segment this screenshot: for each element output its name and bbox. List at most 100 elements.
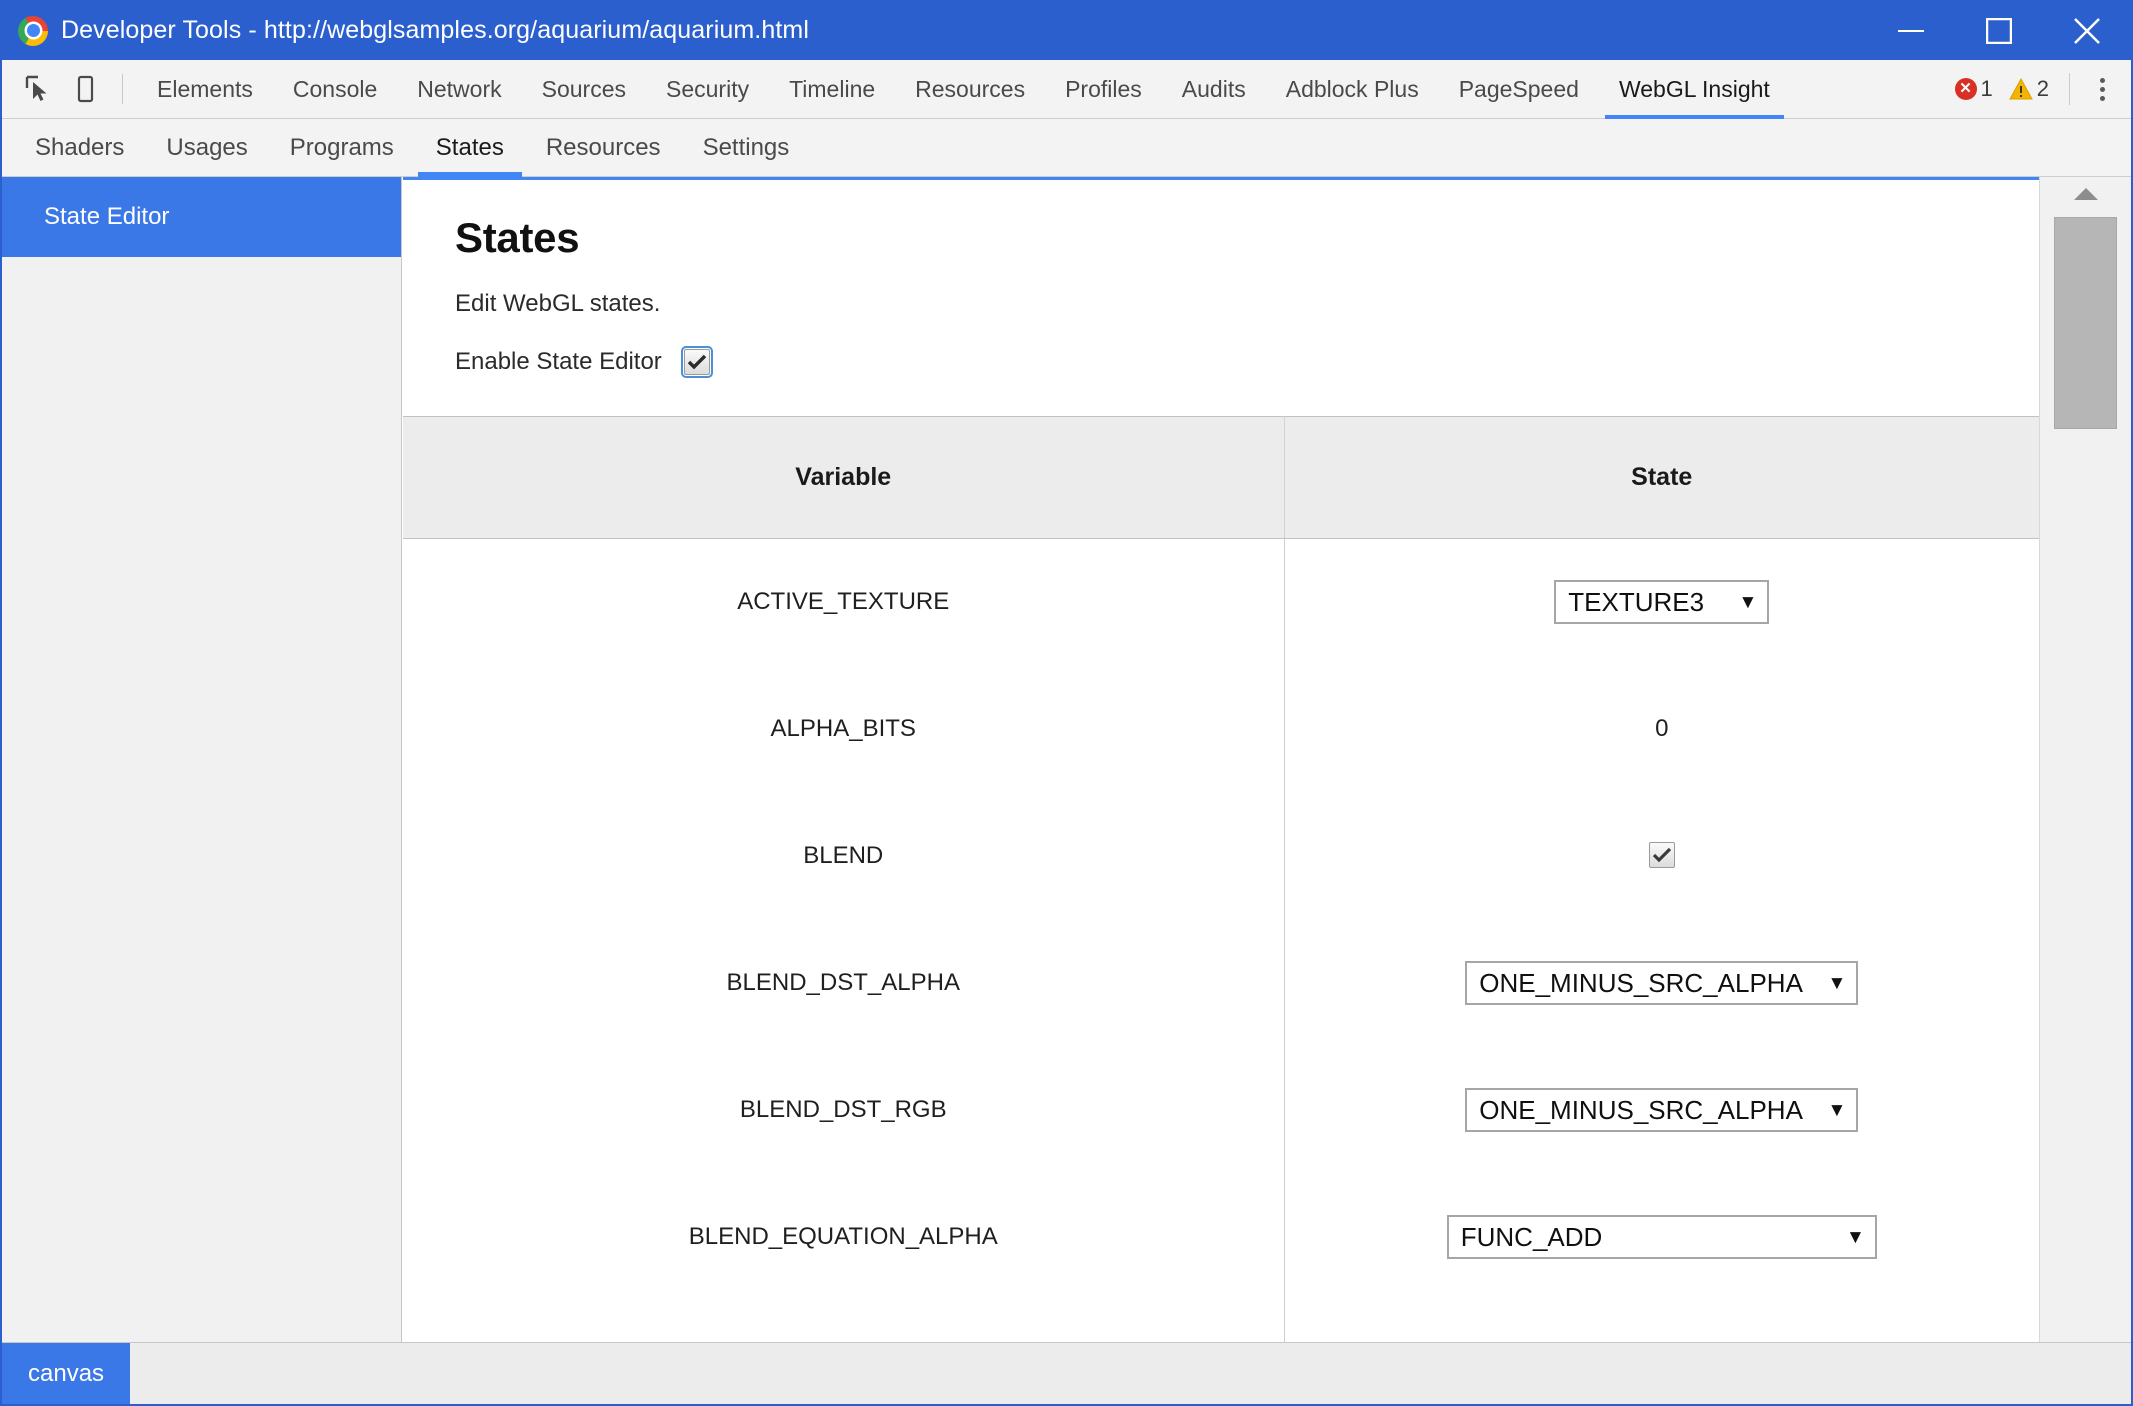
device-toolbar-icon[interactable] (62, 66, 108, 112)
warning-count: 2 (2036, 76, 2049, 101)
title-bar: Developer Tools - http://webglsamples.or… (2, 2, 2131, 60)
bottom-tab-canvas[interactable]: canvas (2, 1343, 131, 1404)
column-header-state[interactable]: State (1284, 416, 2039, 539)
inspect-element-icon[interactable] (16, 66, 62, 112)
toolbar-divider (122, 74, 123, 104)
warning-badge[interactable]: 2 (2008, 76, 2049, 102)
subtab-label: Resources (545, 133, 661, 161)
subtab-label: Programs (289, 133, 394, 161)
scroll-up-arrow-icon[interactable] (2040, 177, 2131, 211)
blend-dst-alpha-select[interactable]: ONE_MINUS_SRC_ALPHA ▼ (1465, 961, 1859, 1005)
tab-label: Sources (541, 75, 626, 102)
warning-icon (2008, 78, 2033, 100)
error-icon: ✕ (1954, 78, 1977, 100)
sidebar: State Editor (2, 177, 402, 1342)
cell-state (1284, 792, 2039, 920)
column-header-variable[interactable]: Variable (403, 416, 1285, 539)
tab-label: Network (417, 75, 502, 102)
subtab-label: Shaders (35, 133, 125, 161)
vertical-scrollbar[interactable] (2039, 177, 2131, 1342)
page-title: States (455, 214, 580, 261)
cell-variable: BLEND (403, 792, 1285, 920)
scrollbar-track[interactable] (2040, 211, 2131, 1342)
webgl-insight-subtabs: Shaders Usages Programs States Resources… (2, 119, 2131, 177)
tab-resources[interactable]: Resources (895, 60, 1045, 119)
cell-state: TEXTURE3 ▼ (1284, 538, 2039, 666)
subtab-usages[interactable]: Usages (145, 119, 268, 177)
devtools-tab-list: Elements Console Network Sources Securit… (137, 60, 1790, 119)
devtools-window: Developer Tools - http://webglsamples.or… (0, 0, 2133, 1406)
table-row: BLEND (403, 792, 2039, 920)
cell-state: ONE_MINUS_SRC_ALPHA ▼ (1284, 919, 2039, 1047)
tab-network[interactable]: Network (397, 60, 521, 119)
states-panel: States Edit WebGL states. Enable State E… (403, 177, 2039, 1342)
table-row: BLEND_EQUATION_RGB FUNC_ADD ▼ (403, 1300, 2039, 1342)
tab-label: WebGL Insight (1618, 75, 1770, 102)
subtab-resources[interactable]: Resources (525, 119, 682, 177)
states-table-body: ACTIVE_TEXTURE TEXTURE3 ▼ ALPHA_BITS 0 B… (403, 538, 2039, 1342)
subtab-label: States (435, 133, 504, 161)
active-texture-select[interactable]: TEXTURE3 ▼ (1554, 580, 1770, 625)
blend-equation-alpha-select[interactable]: FUNC_ADD ▼ (1446, 1215, 1877, 1259)
close-button[interactable] (2043, 2, 2131, 60)
cell-variable: BLEND_DST_RGB (403, 1046, 1285, 1174)
enable-state-editor-checkbox[interactable] (680, 346, 713, 378)
minimize-button[interactable] (1867, 2, 1955, 60)
error-count: 1 (1980, 76, 1993, 101)
kebab-menu-icon[interactable] (2086, 77, 2119, 101)
sidebar-item-label: State Editor (44, 202, 170, 230)
tab-adblock-plus[interactable]: Adblock Plus (1266, 60, 1439, 119)
tab-webgl-insight[interactable]: WebGL Insight (1599, 60, 1790, 119)
tab-label: Elements (157, 75, 253, 102)
chevron-down-icon: ▼ (1845, 1226, 1865, 1248)
enable-state-editor-row: Enable State Editor (455, 346, 2039, 378)
tab-pagespeed[interactable]: PageSpeed (1439, 60, 1599, 119)
window-title: Developer Tools - http://webglsamples.or… (61, 16, 809, 45)
table-row: ACTIVE_TEXTURE TEXTURE3 ▼ (403, 538, 2039, 666)
tab-elements[interactable]: Elements (137, 60, 273, 119)
tab-label: Resources (915, 75, 1026, 102)
cell-variable: BLEND_DST_ALPHA (403, 919, 1285, 1047)
cell-state: FUNC_ADD ▼ (1284, 1300, 2039, 1342)
maximize-icon (1986, 18, 2012, 44)
subtab-label: Usages (166, 133, 248, 161)
minimize-icon (1898, 30, 1924, 32)
error-badge[interactable]: ✕ 1 (1954, 76, 1993, 102)
maximize-button[interactable] (1955, 2, 2043, 60)
checkmark-icon (687, 354, 707, 370)
tab-profiles[interactable]: Profiles (1045, 60, 1162, 119)
blend-dst-rgb-select[interactable]: ONE_MINUS_SRC_ALPHA ▼ (1465, 1088, 1859, 1132)
toolbar-divider-right (2069, 73, 2070, 105)
scrollbar-thumb[interactable] (2054, 217, 2117, 429)
tab-label: Console (292, 75, 378, 102)
tab-sources[interactable]: Sources (522, 60, 646, 119)
table-row: ALPHA_BITS 0 (403, 665, 2039, 793)
chevron-down-icon: ▼ (1827, 1099, 1847, 1121)
bottom-bar: canvas (2, 1342, 2131, 1404)
subtab-shaders[interactable]: Shaders (14, 119, 145, 177)
cell-state: ONE_MINUS_SRC_ALPHA ▼ (1284, 1046, 2039, 1174)
select-value: ONE_MINUS_SRC_ALPHA (1479, 1095, 1803, 1125)
tab-security[interactable]: Security (646, 60, 769, 119)
cell-variable: BLEND_EQUATION_RGB (403, 1300, 1285, 1342)
subtab-label: Settings (702, 133, 790, 161)
subtab-states[interactable]: States (415, 119, 525, 177)
chevron-down-icon: ▼ (1738, 591, 1758, 613)
cell-state: FUNC_ADD ▼ (1284, 1173, 2039, 1301)
chevron-down-icon: ▼ (1827, 972, 1847, 994)
close-icon (2074, 18, 2100, 44)
checkmark-icon (1652, 847, 1671, 863)
chrome-logo-icon (18, 15, 48, 46)
tab-timeline[interactable]: Timeline (769, 60, 895, 119)
subtab-settings[interactable]: Settings (682, 119, 811, 177)
blend-checkbox[interactable] (1648, 842, 1675, 868)
window-title-app: Developer Tools (61, 16, 242, 44)
tab-label: PageSpeed (1458, 75, 1579, 102)
sidebar-item-state-editor[interactable]: State Editor (2, 177, 401, 257)
tab-audits[interactable]: Audits (1162, 60, 1266, 119)
window-title-separator: - (241, 16, 264, 44)
subtab-programs[interactable]: Programs (269, 119, 415, 177)
bottom-tab-label: canvas (28, 1359, 105, 1387)
tab-console[interactable]: Console (273, 60, 397, 119)
enable-state-editor-label: Enable State Editor (455, 348, 662, 375)
